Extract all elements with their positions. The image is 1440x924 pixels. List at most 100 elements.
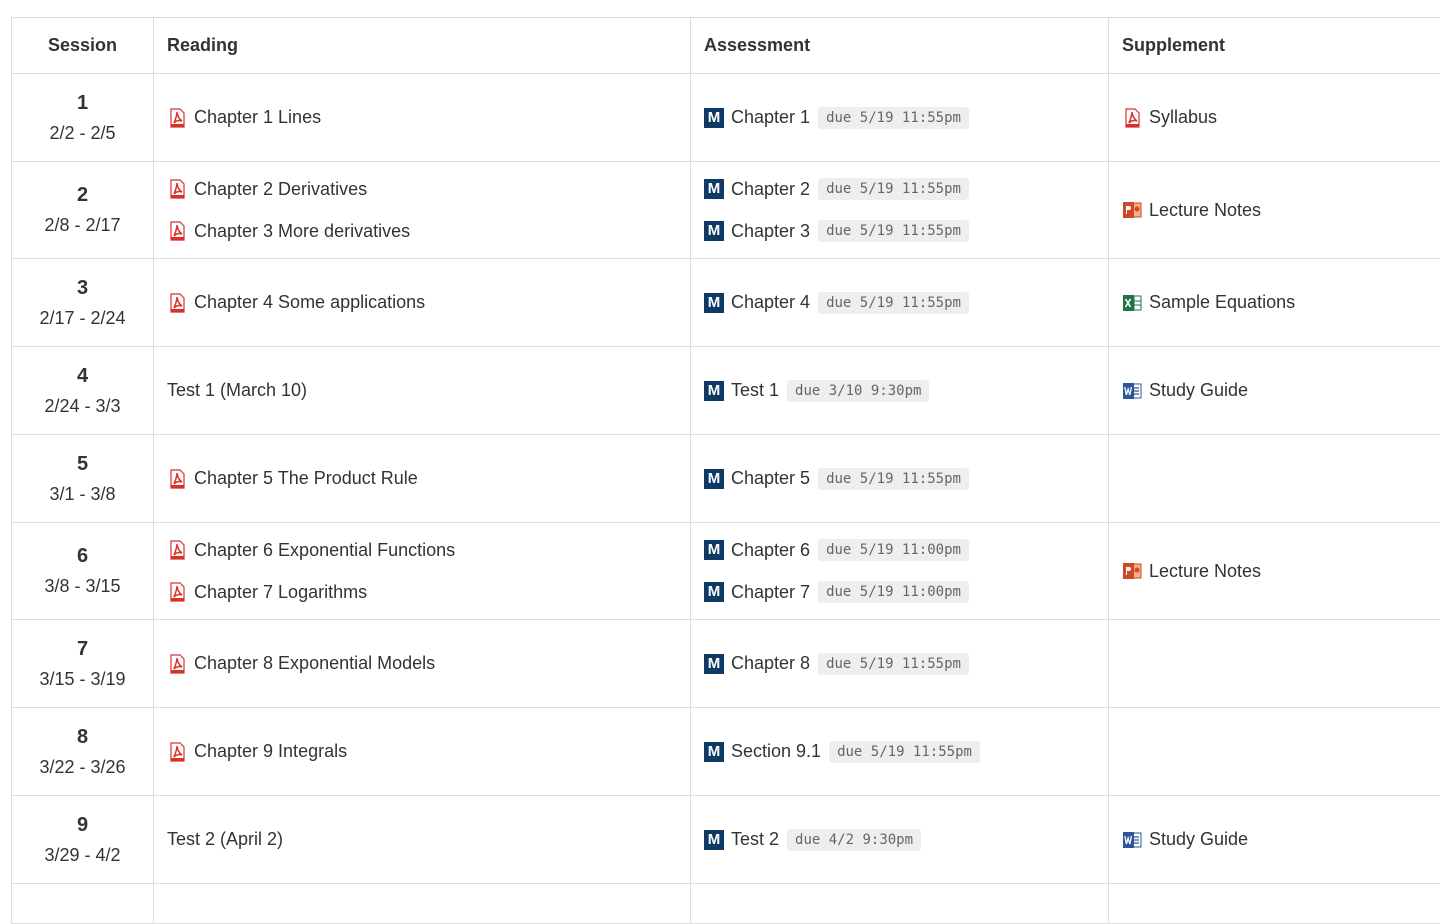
assessment-label: Section 9.1 — [731, 741, 821, 762]
assessment-link[interactable]: MChapter 6due 5/19 11:00pm — [704, 538, 1095, 562]
session-cell: 12/2 - 2/5 — [12, 74, 154, 162]
word-icon — [1122, 381, 1142, 401]
due-date-badge: due 5/19 11:55pm — [818, 107, 969, 129]
assessment-link[interactable]: MChapter 2due 5/19 11:55pm — [704, 177, 1095, 201]
reading-label: Chapter 3 More derivatives — [194, 221, 410, 242]
session-cell: 22/8 - 2/17 — [12, 162, 154, 259]
reading-link[interactable]: Chapter 2 Derivatives — [167, 177, 677, 201]
schedule-table: Session Reading Assessment Supplement 12… — [11, 17, 1440, 924]
due-date-badge: due 5/19 11:00pm — [818, 581, 969, 603]
assessment-label: Chapter 4 — [731, 292, 810, 313]
reading-cell: Chapter 8 Exponential Models — [154, 620, 691, 708]
session-cell: 3 2/17 - 2/24 — [12, 259, 154, 347]
powerpoint-icon — [1122, 561, 1142, 581]
table-row: 3 2/17 - 2/24 Chapter 4 Some applications M… — [12, 259, 1440, 347]
reading-label: Chapter 6 Exponential Functions — [194, 540, 455, 561]
supplement-cell — [1109, 884, 1440, 924]
supplement-link[interactable]: Syllabus — [1122, 106, 1438, 130]
schedule-table-wrapper: Session Reading Assessment Supplement 12… — [11, 17, 1440, 924]
assessment-m-icon: M — [704, 742, 724, 762]
table-header-row: Session Reading Assessment Supplement — [12, 18, 1440, 74]
assessment-link[interactable]: MChapter 7due 5/19 11:00pm — [704, 580, 1095, 604]
session-dates: 3/1 - 3/8 — [12, 482, 153, 506]
assessment-link[interactable]: MChapter 1due 5/19 11:55pm — [704, 106, 1095, 130]
word-icon — [1122, 830, 1142, 850]
reading-text: Test 1 (March 10) — [167, 379, 677, 403]
table-row: 73/15 - 3/19Chapter 8 Exponential Models… — [12, 620, 1440, 708]
session-dates: 2/8 - 2/17 — [12, 213, 153, 237]
due-date-badge: due 5/19 11:55pm — [818, 178, 969, 200]
reading-cell: Chapter 2 Derivatives Chapter 3 More deri… — [154, 162, 691, 259]
assessment-link[interactable]: MChapter 8due 5/19 11:55pm — [704, 652, 1095, 676]
reading-label: Chapter 9 Integrals — [194, 741, 347, 762]
reading-link[interactable]: Chapter 6 Exponential Functions — [167, 538, 677, 562]
assessment-label: Chapter 6 — [731, 540, 810, 561]
assessment-link[interactable]: M Chapter 4 due 5/19 11:55pm — [704, 291, 1095, 315]
session-dates: 2/2 - 2/5 — [12, 121, 153, 145]
table-row: 42/24 - 3/3Test 1 (March 10)MTest 1due 3… — [12, 347, 1440, 435]
pdf-icon — [167, 179, 187, 199]
reading-link[interactable]: Chapter 1 Lines — [167, 106, 677, 130]
pdf-icon — [167, 221, 187, 241]
supplement-link[interactable]: Lecture Notes — [1122, 559, 1438, 583]
reading-label: Chapter 1 Lines — [194, 107, 321, 128]
header-reading: Reading — [154, 18, 691, 74]
pdf-icon — [167, 540, 187, 560]
assessment-link[interactable]: MChapter 5due 5/19 11:55pm — [704, 467, 1095, 491]
reading-link[interactable]: Chapter 8 Exponential Models — [167, 652, 677, 676]
supplement-cell — [1109, 435, 1440, 523]
session-cell: 83/22 - 3/26 — [12, 708, 154, 796]
due-date-badge: due 4/2 9:30pm — [787, 829, 921, 851]
assessment-link[interactable]: MChapter 3due 5/19 11:55pm — [704, 219, 1095, 243]
supplement-label: Lecture Notes — [1149, 561, 1261, 582]
assessment-label: Chapter 1 — [731, 107, 810, 128]
assessment-cell — [691, 884, 1109, 924]
session-dates: 2/17 - 2/24 — [12, 306, 153, 330]
reading-cell: Chapter 1 Lines — [154, 74, 691, 162]
supplement-cell — [1109, 708, 1440, 796]
assessment-m-icon: M — [704, 293, 724, 313]
assessment-link[interactable]: MTest 2due 4/2 9:30pm — [704, 828, 1095, 852]
session-dates: 2/24 - 3/3 — [12, 394, 153, 418]
supplement-link[interactable]: Study Guide — [1122, 379, 1438, 403]
assessment-cell: M Chapter 4 due 5/19 11:55pm — [691, 259, 1109, 347]
assessment-cell: MTest 2due 4/2 9:30pm — [691, 796, 1109, 884]
supplement-cell: Lecture Notes — [1109, 162, 1440, 259]
supplement-cell — [1109, 620, 1440, 708]
assessment-link[interactable]: M Section 9.1 due 5/19 11:55pm — [704, 740, 1095, 764]
supplement-cell: Sample Equations — [1109, 259, 1440, 347]
reading-link[interactable]: Chapter 9 Integrals — [167, 740, 677, 764]
reading-label: Chapter 7 Logarithms — [194, 582, 367, 603]
reading-cell: Test 2 (April 2) — [154, 796, 691, 884]
session-number: 3 — [12, 276, 153, 300]
assessment-m-icon: M — [704, 654, 724, 674]
assessment-m-icon: M — [704, 221, 724, 241]
assessment-cell: MChapter 1due 5/19 11:55pm — [691, 74, 1109, 162]
supplement-link[interactable]: Lecture Notes — [1122, 198, 1438, 222]
reading-link[interactable]: Chapter 4 Some applications — [167, 291, 677, 315]
assessment-label: Test 2 — [731, 829, 779, 850]
assessment-link[interactable]: MTest 1due 3/10 9:30pm — [704, 379, 1095, 403]
table-row: 63/8 - 3/15Chapter 6 Exponential Functio… — [12, 523, 1440, 620]
supplement-link[interactable]: Sample Equations — [1122, 291, 1438, 315]
assessment-cell: MChapter 5due 5/19 11:55pm — [691, 435, 1109, 523]
reading-link[interactable]: Chapter 5 The Product Rule — [167, 467, 677, 491]
supplement-cell: Study Guide — [1109, 347, 1440, 435]
reading-link[interactable]: Chapter 7 Logarithms — [167, 580, 677, 604]
supplement-label: Study Guide — [1149, 380, 1248, 401]
due-date-badge: due 5/19 11:55pm — [818, 292, 969, 314]
assessment-m-icon: M — [704, 179, 724, 199]
reading-label: Test 2 (April 2) — [167, 829, 283, 850]
reading-label: Chapter 2 Derivatives — [194, 179, 367, 200]
pdf-icon — [167, 469, 187, 489]
due-date-badge: due 5/19 11:55pm — [818, 653, 969, 675]
due-date-badge: due 5/19 11:55pm — [818, 468, 969, 490]
supplement-cell: Syllabus — [1109, 74, 1440, 162]
header-assessment: Assessment — [691, 18, 1109, 74]
supplement-link[interactable]: Study Guide — [1122, 828, 1438, 852]
due-date-badge: due 5/19 11:55pm — [829, 741, 980, 763]
reading-link[interactable]: Chapter 3 More derivatives — [167, 219, 677, 243]
pdf-icon — [167, 293, 187, 313]
reading-label: Chapter 4 Some applications — [194, 292, 425, 313]
session-dates: 3/29 - 4/2 — [12, 843, 153, 867]
